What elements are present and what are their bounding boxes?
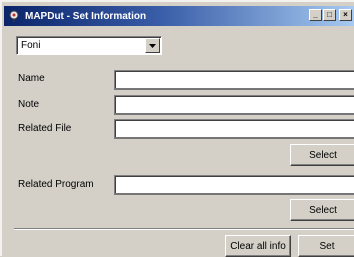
set-button[interactable]: Set (298, 235, 354, 257)
note-label: Note (18, 99, 40, 110)
related-program-field[interactable] (114, 175, 354, 195)
set-information-window: MAPDut - Set Information _ □ × Foni Name… (0, 0, 354, 257)
dropdown-arrow-button[interactable] (145, 38, 160, 53)
related-file-field[interactable] (114, 119, 354, 139)
window-controls: _ □ × (309, 9, 352, 21)
minimize-button[interactable]: _ (309, 9, 322, 21)
minimize-icon: _ (313, 10, 318, 19)
divider (14, 228, 354, 230)
category-dropdown[interactable]: Foni (16, 36, 162, 55)
close-icon: × (343, 10, 348, 19)
maximize-icon: □ (327, 10, 332, 19)
chevron-down-icon (149, 43, 156, 48)
related-file-label: Related File (18, 123, 72, 134)
name-field[interactable] (114, 70, 354, 90)
window-title: MAPDut - Set Information (25, 10, 147, 22)
select-file-button[interactable]: Select (290, 144, 354, 166)
close-button[interactable]: × (339, 9, 352, 21)
name-label: Name (18, 73, 45, 84)
select-program-button[interactable]: Select (290, 199, 354, 221)
category-dropdown-value: Foni (21, 40, 41, 51)
related-program-label: Related Program (18, 179, 94, 190)
clear-all-info-button[interactable]: Clear all info (225, 235, 291, 257)
title-bar[interactable]: MAPDut - Set Information _ □ × (4, 6, 354, 26)
maximize-button[interactable]: □ (323, 9, 336, 21)
map-pin-icon (7, 9, 21, 23)
note-field[interactable] (114, 95, 354, 115)
